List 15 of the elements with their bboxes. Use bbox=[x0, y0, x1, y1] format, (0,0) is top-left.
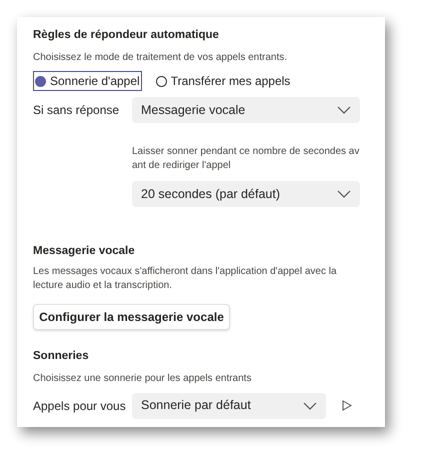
section-title: Sonneries bbox=[33, 348, 90, 364]
section-title: Messagerie vocale bbox=[33, 244, 136, 260]
configure-voicemail-button[interactable]: Configurer la messagerie vocale bbox=[33, 304, 230, 330]
radio-option[interactable]: Sonnerie d'appel bbox=[33, 71, 142, 92]
radio-option[interactable]: Transférer mes appels bbox=[154, 71, 292, 92]
dropdown[interactable]: Sonnerie par défaut bbox=[132, 392, 326, 419]
dropdown[interactable]: Messagerie vocale bbox=[132, 97, 360, 124]
dropdown[interactable]: 20 secondes (par défaut) bbox=[132, 181, 360, 208]
section-description: Les messages vocaux s'afficheront dans l'application d'appel avec la lecture audio et la transcription. bbox=[33, 264, 338, 292]
section-title: Règles de répondeur automatique bbox=[33, 28, 220, 43]
section-description: Choisissez le mode de traitement de vos appels entrants. bbox=[33, 51, 288, 66]
field-label: Appels pour vous bbox=[33, 398, 127, 415]
section-description: Choisissez une sonnerie pour les appels entrants bbox=[33, 372, 252, 386]
hint-text: Laisser sonner pendant ce nombre de secondes avant de rediriger l'appel bbox=[132, 145, 360, 174]
field-label: Si sans réponse bbox=[33, 102, 120, 120]
